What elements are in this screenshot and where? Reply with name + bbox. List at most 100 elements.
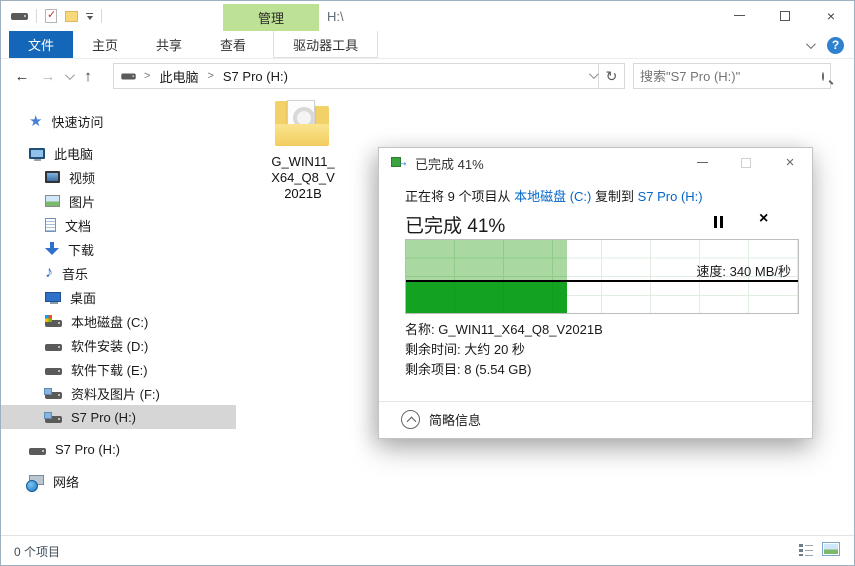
detail-items-remaining: 剩余项目: 8 (5.54 GB) bbox=[405, 362, 532, 377]
quick-access-toolbar: ✓ bbox=[1, 9, 102, 23]
sidebar-item-drive-h-selected[interactable]: S7 Pro (H:) bbox=[1, 405, 236, 429]
breadcrumb-separator: > bbox=[207, 70, 214, 82]
copy-description: 正在将 9 个项目从 本地磁盘 (C:) 复制到 S7 Pro (H:) bbox=[405, 189, 703, 204]
detail-name: 名称: G_WIN11_X64_Q8_V2021B bbox=[405, 322, 603, 337]
copy-progress-dialog: 已完成 41% × 正在将 9 个项目从 本地磁盘 (C:) 复制到 S7 Pr… bbox=[378, 147, 813, 439]
breadcrumb-separator: > bbox=[144, 70, 151, 82]
close-button[interactable]: × bbox=[808, 1, 854, 30]
star-icon: ★ bbox=[29, 112, 43, 130]
sidebar-item-drive-f[interactable]: 资料及图片 (F:) bbox=[1, 381, 236, 405]
qat-customize-dropdown-icon[interactable] bbox=[86, 12, 93, 20]
tab-file[interactable]: 文件 bbox=[9, 31, 74, 58]
chevron-up-circle-icon[interactable] bbox=[401, 410, 420, 429]
app-drive-icon bbox=[11, 12, 28, 20]
transfer-details: 名称: G_WIN11_X64_Q8_V2021B 剩余时间: 大约 20 秒 … bbox=[405, 320, 603, 380]
sidebar-item-this-pc[interactable]: 此电脑 bbox=[1, 141, 236, 165]
sidebar-item-desktop[interactable]: 桌面 bbox=[1, 285, 236, 309]
sidebar-item-drive-h-root[interactable]: S7 Pro (H:) bbox=[1, 437, 236, 461]
tab-view[interactable]: 查看 bbox=[201, 31, 265, 58]
drive-icon bbox=[45, 343, 62, 351]
copy-icon bbox=[391, 154, 409, 169]
tab-share[interactable]: 共享 bbox=[137, 31, 201, 58]
details-view-icon[interactable] bbox=[799, 542, 813, 556]
maximize-button[interactable] bbox=[762, 1, 808, 30]
sidebar-item-downloads[interactable]: 下载 bbox=[1, 237, 236, 261]
divider bbox=[379, 401, 812, 402]
window-title: H:\ bbox=[327, 9, 344, 24]
search-input[interactable] bbox=[634, 68, 822, 84]
address-dropdown-chevron-icon[interactable] bbox=[588, 67, 599, 82]
dialog-titlebar: 已完成 41% × bbox=[379, 148, 812, 178]
recent-locations-chevron-icon[interactable] bbox=[61, 63, 75, 89]
music-icon: ♪ bbox=[45, 264, 53, 281]
refresh-button[interactable]: ↻ bbox=[599, 63, 625, 89]
address-row: ← → ↑ > 此电脑 > S7 Pro (H:) ↻ bbox=[1, 60, 854, 92]
minimize-button[interactable] bbox=[716, 1, 762, 30]
drive-icon bbox=[45, 367, 62, 375]
speed-chart: 速度: 340 MB/秒 bbox=[405, 239, 799, 314]
source-link[interactable]: 本地磁盘 (C:) bbox=[514, 189, 591, 204]
pause-button[interactable] bbox=[714, 216, 723, 228]
sidebar-item-drive-e[interactable]: 软件下载 (E:) bbox=[1, 357, 236, 381]
dialog-body: 正在将 9 个项目从 本地磁盘 (C:) 复制到 S7 Pro (H:) 已完成… bbox=[405, 186, 797, 238]
explorer-window: ✓ 管理 H:\ × 文件 主页 共享 查看 驱动器工具 ? ← → ↑ > 此… bbox=[0, 0, 855, 566]
item-count: 0 个项目 bbox=[14, 545, 61, 559]
divider bbox=[101, 9, 102, 23]
fewer-details-toggle[interactable]: 简略信息 bbox=[401, 410, 481, 429]
sidebar-item-videos[interactable]: 视频 bbox=[1, 165, 236, 189]
file-item[interactable]: G_WIN11_ X64_Q8_V 2021B bbox=[260, 98, 346, 202]
ribbon-collapse-chevron-icon[interactable] bbox=[805, 38, 816, 49]
desktop-icon bbox=[45, 292, 61, 304]
videos-icon bbox=[45, 171, 60, 183]
usb-drive-icon bbox=[44, 387, 62, 399]
new-folder-icon[interactable] bbox=[65, 10, 78, 22]
sidebar-item-quick-access[interactable]: ★ 快速访问 bbox=[1, 109, 236, 133]
navigation-pane: ★ 快速访问 此电脑 视频 图片 文档 下载 ♪ 音乐 桌面 本地磁盘 (C:) 软… bbox=[1, 93, 236, 535]
downloads-icon bbox=[45, 242, 59, 256]
breadcrumb-this-pc[interactable]: 此电脑 bbox=[157, 65, 200, 88]
sidebar-item-pictures[interactable]: 图片 bbox=[1, 189, 236, 213]
dialog-close-button[interactable]: × bbox=[768, 148, 812, 177]
tab-drive-tools[interactable]: 驱动器工具 bbox=[273, 31, 379, 58]
breadcrumb-drive-icon bbox=[121, 73, 136, 79]
properties-check-icon[interactable]: ✓ bbox=[45, 9, 57, 23]
cancel-copy-button[interactable]: × bbox=[759, 210, 768, 228]
network-icon bbox=[26, 475, 44, 492]
folder-icon bbox=[273, 98, 333, 150]
speed-label: 速度: 340 MB/秒 bbox=[696, 264, 791, 279]
breadcrumb-current-drive[interactable]: S7 Pro (H:) bbox=[221, 67, 290, 86]
destination-link[interactable]: S7 Pro (H:) bbox=[638, 189, 703, 204]
help-icon[interactable]: ? bbox=[827, 36, 844, 54]
documents-icon bbox=[45, 218, 56, 232]
divider bbox=[36, 9, 37, 23]
up-button[interactable]: ↑ bbox=[75, 63, 101, 89]
address-bar[interactable]: > 此电脑 > S7 Pro (H:) bbox=[113, 63, 599, 89]
sidebar-item-drive-c[interactable]: 本地磁盘 (C:) bbox=[1, 309, 236, 333]
sidebar-item-network[interactable]: 网络 bbox=[1, 469, 236, 493]
computer-icon bbox=[29, 147, 45, 161]
usb-drive-icon bbox=[44, 411, 62, 423]
contextual-tab-header: 管理 bbox=[223, 4, 319, 31]
titlebar: ✓ 管理 H:\ × bbox=[1, 1, 854, 31]
progress-fill bbox=[406, 282, 567, 313]
detail-time-remaining: 剩余时间: 大约 20 秒 bbox=[405, 342, 525, 357]
back-button[interactable]: ← bbox=[9, 63, 35, 89]
file-label: G_WIN11_ X64_Q8_V 2021B bbox=[271, 154, 335, 201]
sidebar-item-music[interactable]: ♪ 音乐 bbox=[1, 261, 236, 285]
thumbnail-view-icon[interactable] bbox=[822, 542, 840, 556]
tab-home[interactable]: 主页 bbox=[73, 31, 137, 58]
forward-button[interactable]: → bbox=[35, 63, 61, 89]
dialog-title: 已完成 41% bbox=[415, 156, 484, 172]
sidebar-item-documents[interactable]: 文档 bbox=[1, 213, 236, 237]
dialog-maximize-button bbox=[724, 148, 768, 177]
speed-area-fill bbox=[406, 240, 567, 280]
dialog-minimize-button[interactable] bbox=[680, 148, 724, 177]
progress-heading: 已完成 41% bbox=[405, 216, 506, 237]
ribbon-tab-row: 文件 主页 共享 查看 驱动器工具 ? bbox=[1, 31, 854, 59]
statusbar: 0 个项目 bbox=[1, 535, 854, 565]
search-icon[interactable] bbox=[822, 71, 824, 81]
search-box[interactable] bbox=[633, 63, 831, 89]
window-caption-buttons: × bbox=[716, 1, 854, 30]
system-drive-icon bbox=[45, 314, 62, 327]
sidebar-item-drive-d[interactable]: 软件安装 (D:) bbox=[1, 333, 236, 357]
